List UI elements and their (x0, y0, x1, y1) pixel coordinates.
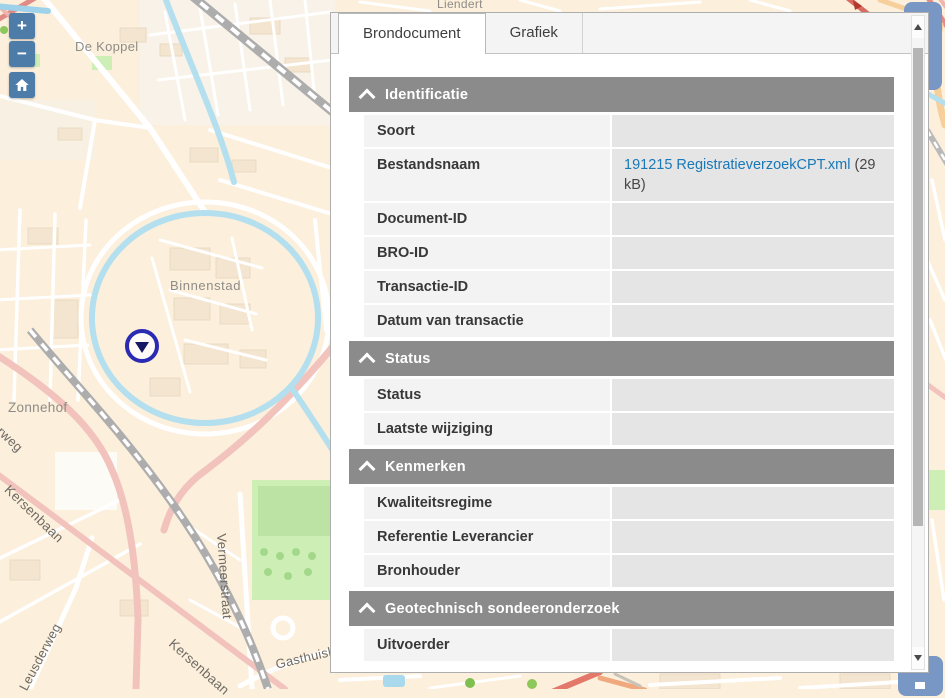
panel-content: IdentificatieSoortBestandsnaam191215 Reg… (349, 54, 894, 672)
row-value (612, 413, 894, 445)
detail-row: Bronhouder (364, 555, 894, 587)
chevron-up-icon (359, 352, 376, 369)
row-label: Laatste wijziging (364, 413, 610, 445)
scrollbar-thumb[interactable] (913, 48, 923, 526)
arrow-up-icon (914, 24, 922, 30)
row-value (612, 521, 894, 553)
row-value (612, 629, 894, 661)
detail-row: Soort (364, 115, 894, 147)
map-label-zonnehof: Zonnehof (8, 400, 67, 415)
detail-row: Transactie-ID (364, 271, 894, 303)
row-label: Datum van transactie (364, 305, 610, 337)
row-value (612, 115, 894, 147)
row-value (612, 203, 894, 235)
map-label-liendert: Liendert (437, 0, 483, 11)
detail-row: Laatste wijziging (364, 413, 894, 445)
detail-row: Uitvoerder (364, 629, 894, 661)
section-title: Kenmerken (385, 459, 466, 475)
row-value (612, 379, 894, 411)
marker-triangle-icon (135, 342, 149, 353)
section-header-status[interactable]: Status (349, 341, 894, 376)
row-value (612, 237, 894, 269)
detail-row: Status (364, 379, 894, 411)
detail-row: Bestandsnaam191215 RegistratieverzoekCPT… (364, 149, 894, 201)
row-label: Uitvoerder (364, 629, 610, 661)
section-title: Geotechnisch sondeeronderzoek (385, 601, 620, 617)
chevron-up-icon (359, 88, 376, 105)
chevron-up-icon (359, 460, 376, 477)
row-label: Bestandsnaam (364, 149, 610, 201)
section-header-geotechnisch-sondeeronderzoek[interactable]: Geotechnisch sondeeronderzoek (349, 591, 894, 626)
zoom-out-button[interactable]: − (9, 41, 35, 67)
section-title: Status (385, 351, 431, 367)
map-location-marker[interactable] (125, 329, 159, 363)
detail-panel: Brondocument Grafiek IdentificatieSoortB… (330, 12, 929, 673)
detail-row: Document-ID (364, 203, 894, 235)
row-label: BRO-ID (364, 237, 610, 269)
tab-brondocument[interactable]: Brondocument (338, 13, 486, 54)
section-title: Identificatie (385, 87, 468, 103)
tab-bar: Brondocument Grafiek (331, 13, 928, 54)
row-value (612, 305, 894, 337)
detail-row: Datum van transactie (364, 305, 894, 337)
row-value (612, 487, 894, 519)
row-value (612, 555, 894, 587)
row-label: Soort (364, 115, 610, 147)
detail-row: Kwaliteitsregime (364, 487, 894, 519)
panel-scrollbar[interactable] (911, 15, 925, 670)
map-label-binnenstad: Binnenstad (170, 278, 241, 293)
map-corner-icon (915, 682, 925, 689)
row-label: Kwaliteitsregime (364, 487, 610, 519)
row-label: Transactie-ID (364, 271, 610, 303)
chevron-up-icon (359, 602, 376, 619)
arrow-down-icon (914, 655, 922, 661)
home-icon (14, 77, 30, 93)
section-header-identificatie[interactable]: Identificatie (349, 77, 894, 112)
map-label-dekoppel: De Koppel (75, 39, 138, 54)
row-value: 191215 RegistratieverzoekCPT.xml (29 kB) (612, 149, 894, 201)
row-value (612, 271, 894, 303)
scroll-down-button[interactable] (912, 647, 924, 669)
zoom-in-button[interactable]: + (9, 13, 35, 39)
home-button[interactable] (9, 72, 35, 98)
file-download-link[interactable]: 191215 RegistratieverzoekCPT.xml (624, 157, 850, 173)
section-header-kenmerken[interactable]: Kenmerken (349, 449, 894, 484)
detail-row: Referentie Leverancier (364, 521, 894, 553)
row-label: Bronhouder (364, 555, 610, 587)
detail-row: BRO-ID (364, 237, 894, 269)
scroll-up-button[interactable] (912, 16, 924, 38)
row-label: Referentie Leverancier (364, 521, 610, 553)
row-label: Document-ID (364, 203, 610, 235)
row-label: Status (364, 379, 610, 411)
tab-grafiek[interactable]: Grafiek (486, 13, 583, 53)
